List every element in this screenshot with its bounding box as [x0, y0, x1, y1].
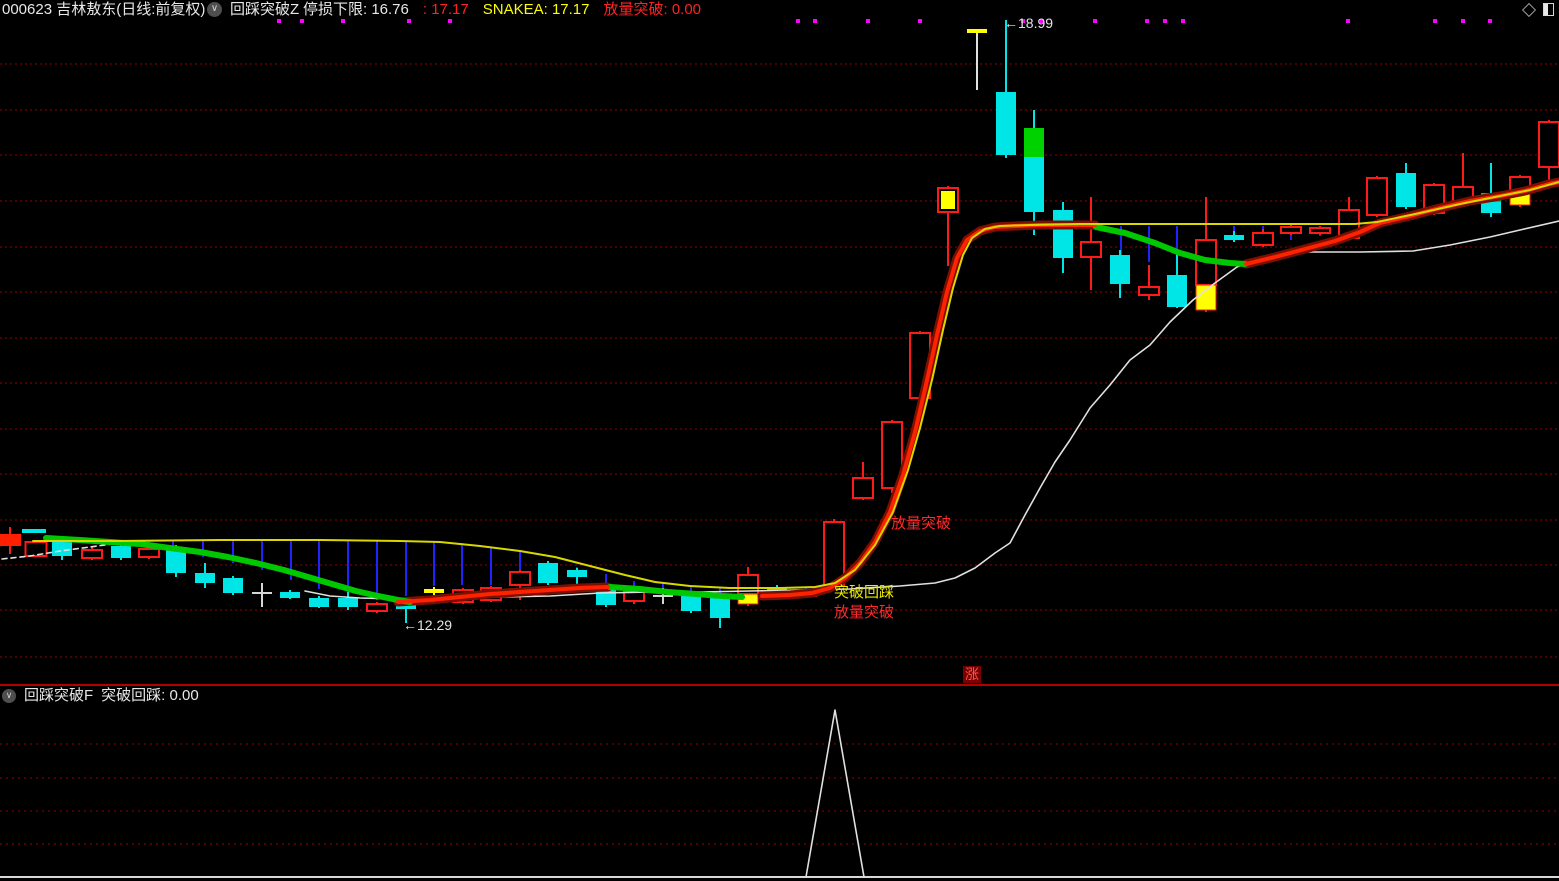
chevron-down-icon-2[interactable]: ∨ [2, 689, 16, 703]
main-indicator-name[interactable]: 回踩突破Z [230, 1, 299, 18]
chart-header: 000623 吉林敖东(日线:前复权) ∨ 回踩突破Z 停损下限: 16.76:… [0, 1, 1559, 21]
window-controls [1521, 2, 1554, 17]
candlestick-chart-canvas[interactable] [0, 0, 1559, 881]
header-field: 放量突破: 0.00 [603, 1, 702, 18]
low-price-label: ←12.29 [403, 617, 453, 633]
limit-up-badge: 涨 [963, 666, 981, 683]
sub-field-value: 0.00 [169, 687, 199, 704]
high-price-label: ←18.99 [1004, 15, 1054, 31]
sub-field-label: 突破回踩: [101, 687, 170, 704]
header-field: 停损下限: 16.76 [303, 1, 409, 18]
diamond-icon[interactable] [1521, 2, 1537, 17]
volume-breakout-annotation: 放量突破 [891, 515, 952, 532]
trading-app-window: 000623 吉林敖东(日线:前复权) ∨ 回踩突破Z 停损下限: 16.76:… [0, 0, 1559, 881]
pullback-annotation: 突破回踩 [834, 584, 895, 601]
restore-window-icon[interactable] [1543, 3, 1554, 16]
chevron-down-icon[interactable]: ∨ [207, 2, 222, 17]
header-field: SNAKEA: 17.17 [482, 1, 590, 18]
header-field: : 17.17 [422, 1, 469, 18]
sub-indicator-name[interactable]: 回踩突破F [24, 688, 93, 704]
stock-title: 000623 吉林敖东(日线:前复权) [2, 1, 206, 18]
volume-breakout-annotation-2: 放量突破 [834, 604, 895, 621]
sub-panel-header: ∨ 回踩突破F 突破回踩: 0.00 [2, 688, 199, 704]
indicator-values: 停损下限: 16.76 : 17.17 SNAKEA: 17.17 放量突破: 0.0… [303, 1, 701, 18]
